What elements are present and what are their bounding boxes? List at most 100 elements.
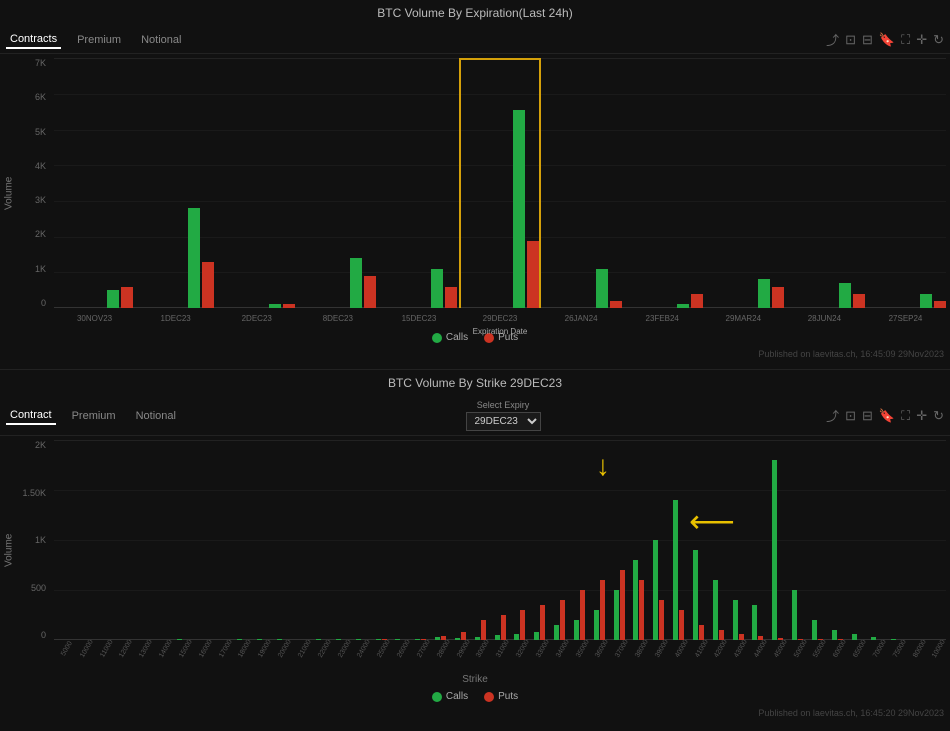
crosshair-icon2[interactable]: ✛ [916, 408, 927, 424]
chart2-bar-group [510, 440, 530, 640]
chart1-y-ticks: 7K6K5K4K3K2K1K0 [18, 58, 50, 308]
chart2-bar-group [827, 440, 847, 640]
chart1-bar-group [297, 58, 376, 308]
chart2-y-ticks: 2K1.50K1K5000 [18, 440, 50, 640]
expand-icon2[interactable]: ⛶ [901, 408, 910, 424]
crosshair-icon[interactable]: ✛ [916, 32, 927, 48]
chart1-published: Published on laevitas.ch, 16:45:09 29Nov… [0, 347, 950, 361]
chart1-bar-group [54, 58, 133, 308]
chart2-bar-group [907, 440, 927, 640]
chart2-legend: Calls Puts [0, 687, 950, 706]
chart2-published: Published on laevitas.ch, 16:45:20 29Nov… [0, 706, 950, 720]
download-icon[interactable]: ⊡ [845, 32, 856, 48]
chart2-title: BTC Volume By Strike 29DEC23 [0, 370, 950, 390]
chart2-bar-group [570, 440, 590, 640]
bookmark-icon2[interactable]: 🔖 [879, 408, 895, 424]
chart2-toolbar: Contract Premium Notional Select Expiry … [0, 396, 950, 436]
chart1-bar-group [135, 58, 214, 308]
chart2-bar-group [332, 440, 352, 640]
select-expiry-label: Select Expiry [477, 400, 530, 410]
chart2-bar-group [391, 440, 411, 640]
tab-premium2[interactable]: Premium [68, 408, 120, 424]
chart2-bar-group [609, 440, 629, 640]
chart2-bar-group [431, 440, 451, 640]
chart1-bar-group [378, 58, 457, 308]
chart2-bar-group [272, 440, 292, 640]
chart2-bar-group [213, 440, 233, 640]
chart2-bar-group [847, 440, 867, 640]
chart2-container: BTC Volume By Strike 29DEC23 Contract Pr… [0, 370, 950, 731]
camera-icon[interactable]: ⊟ [862, 32, 873, 48]
chart2-bar-group [153, 440, 173, 640]
chart1-toolbar: Contracts Premium Notional ⤴ ⊡ ⊟ 🔖 ⛶ ✛ ↻ [0, 26, 950, 54]
chart2-bar-group [490, 440, 510, 640]
chart2-bar-group [351, 440, 371, 640]
chart1-bar-group [786, 58, 865, 308]
chart2-bar-group [451, 440, 471, 640]
chart2-bar-group [470, 440, 490, 640]
chart2-bar-group [589, 440, 609, 640]
chart1-bar-group [624, 58, 703, 308]
chart2-bar-group [768, 440, 788, 640]
puts-legend-dot2 [484, 692, 494, 702]
chart1-bars: Expiration Date [54, 58, 946, 308]
chart2-bar-group [629, 440, 649, 640]
calls-legend-dot [432, 333, 442, 343]
refresh-icon[interactable]: ↻ [933, 32, 944, 48]
download-icon2[interactable]: ⊡ [845, 408, 856, 424]
chart2-bar-group [887, 440, 907, 640]
chart2-bar-group [728, 440, 748, 640]
tab-contract[interactable]: Contract [6, 407, 56, 425]
chart2-bars [54, 440, 946, 640]
chart1-bar-group [867, 58, 946, 308]
chart2-bar-group [312, 440, 332, 640]
chart2-bar-group [807, 440, 827, 640]
tab-premium[interactable]: Premium [73, 32, 125, 48]
chart1-bar-group [543, 58, 622, 308]
chart1-title: BTC Volume By Expiration(Last 24h) [0, 0, 950, 20]
expiry-select[interactable]: 29DEC23 1DEC23 8DEC23 15DEC23 26JAN24 23… [466, 412, 541, 431]
bookmark-icon[interactable]: 🔖 [879, 32, 895, 48]
chart2-x-axis-label: Strike [0, 660, 950, 687]
chart1-y-label: Volume [0, 58, 18, 328]
chart2-bar-group [669, 440, 689, 640]
calls-legend-label2: Calls [446, 691, 468, 702]
chart1-container: BTC Volume By Expiration(Last 24h) Contr… [0, 0, 950, 370]
tab-notional[interactable]: Notional [137, 32, 185, 48]
chart2-bar-group [252, 440, 272, 640]
share-icon2[interactable]: ⤴ [826, 406, 839, 425]
chart2-bar-group [133, 440, 153, 640]
expand-icon[interactable]: ⛶ [901, 32, 910, 48]
calls-legend-dot2 [432, 692, 442, 702]
chart2-y-label: Volume [0, 440, 18, 660]
chart2-bar-group [94, 440, 114, 640]
camera-icon2[interactable]: ⊟ [862, 408, 873, 424]
chart1-bar-group [216, 58, 295, 308]
select-expiry-group: Select Expiry 29DEC23 1DEC23 8DEC23 15DE… [466, 400, 541, 431]
chart1-bar-group [705, 58, 784, 308]
chart2-bar-group [530, 440, 550, 640]
chart2-bar-group [788, 440, 808, 640]
share-icon[interactable]: ⤴ [826, 30, 839, 49]
chart2-bar-group [292, 440, 312, 640]
calls-legend-label: Calls [446, 332, 468, 343]
chart2-bar-group [54, 440, 74, 640]
chart2-bar-group [689, 440, 709, 640]
chart2-bar-group [193, 440, 213, 640]
chart2-bar-group [649, 440, 669, 640]
chart2-bar-group [173, 440, 193, 640]
chart2-bar-group [232, 440, 252, 640]
chart2-bar-group [411, 440, 431, 640]
chart2-x-axis: 5000100001100012000130001400015000160001… [54, 640, 946, 660]
chart2-bar-group [113, 440, 133, 640]
chart2-bar-group [550, 440, 570, 640]
tab-contracts[interactable]: Contracts [6, 31, 61, 49]
puts-legend-label2: Puts [498, 691, 518, 702]
chart2-bar-group [708, 440, 728, 640]
chart1-x-axis: 30NOV231DEC232DEC238DEC2315DEC2329DEC232… [54, 308, 946, 328]
tab-notional2[interactable]: Notional [132, 408, 180, 424]
refresh-icon2[interactable]: ↻ [933, 408, 944, 424]
chart2-bar-group [748, 440, 768, 640]
chart2-bar-group [867, 440, 887, 640]
chart2-bar-group [371, 440, 391, 640]
